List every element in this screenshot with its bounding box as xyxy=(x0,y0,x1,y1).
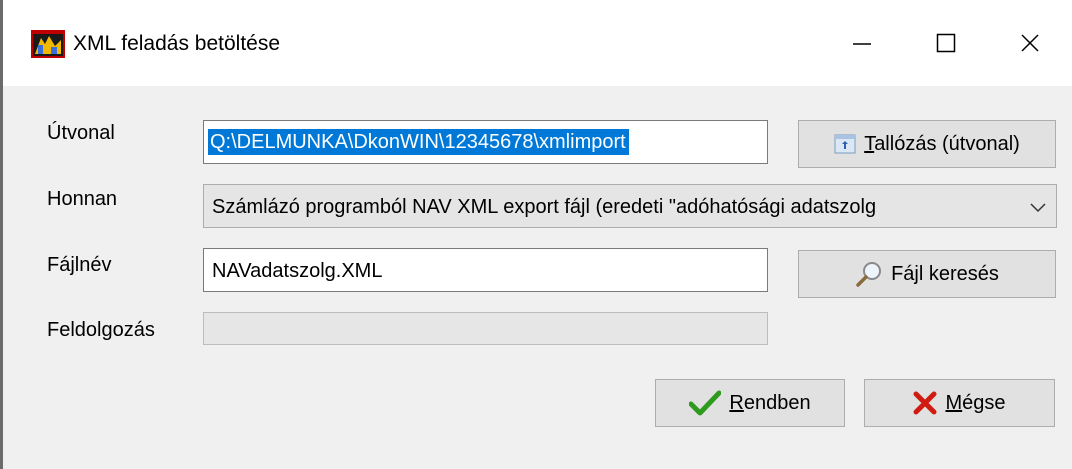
browse-button-label: Tallózás (útvonal) xyxy=(864,133,1020,155)
x-icon xyxy=(913,391,937,415)
folder-browse-icon xyxy=(834,134,856,154)
minimize-icon xyxy=(853,43,871,45)
file-search-button-label: Fájl keresés xyxy=(891,263,999,285)
source-select[interactable]: Számlázó programból NAV XML export fájl … xyxy=(203,184,1057,228)
filename-label: Fájlnév xyxy=(47,254,112,276)
filename-input[interactable]: NAVadatszolg.XML xyxy=(203,248,768,292)
file-search-button[interactable]: Fájl keresés xyxy=(798,250,1056,298)
ok-button[interactable]: Rendben xyxy=(655,379,845,427)
close-button[interactable] xyxy=(999,20,1061,66)
processing-label: Feldolgozás xyxy=(47,319,155,341)
window-title: XML feladás betöltése xyxy=(73,32,281,55)
magnifier-icon xyxy=(856,262,882,287)
source-label: Honnan xyxy=(47,188,118,210)
source-select-value: Számlázó programból NAV XML export fájl … xyxy=(212,196,877,218)
app-icon xyxy=(31,30,65,58)
cancel-button-label: Mégse xyxy=(945,392,1006,414)
path-label: Útvonal xyxy=(47,122,115,144)
browse-path-button[interactable]: Tallózás (útvonal) xyxy=(798,120,1056,168)
ok-button-label: Rendben xyxy=(729,392,811,414)
maximize-button[interactable] xyxy=(915,20,977,66)
title-bar: XML feladás betöltése xyxy=(3,0,1072,86)
path-input[interactable]: Q:\DELMUNKA\DkonWIN\12345678\xmlimport xyxy=(203,120,768,164)
minimize-button[interactable] xyxy=(831,20,893,66)
chevron-down-icon xyxy=(1030,203,1046,213)
cancel-button[interactable]: Mégse xyxy=(864,379,1055,427)
checkmark-icon xyxy=(689,390,722,416)
maximize-icon xyxy=(936,33,956,53)
processing-progress-bar xyxy=(203,312,768,345)
path-input-value: Q:\DELMUNKA\DkonWIN\12345678\xmlimport xyxy=(208,129,629,155)
close-icon xyxy=(1021,34,1039,52)
filename-input-value: NAVadatszolg.XML xyxy=(212,260,383,282)
